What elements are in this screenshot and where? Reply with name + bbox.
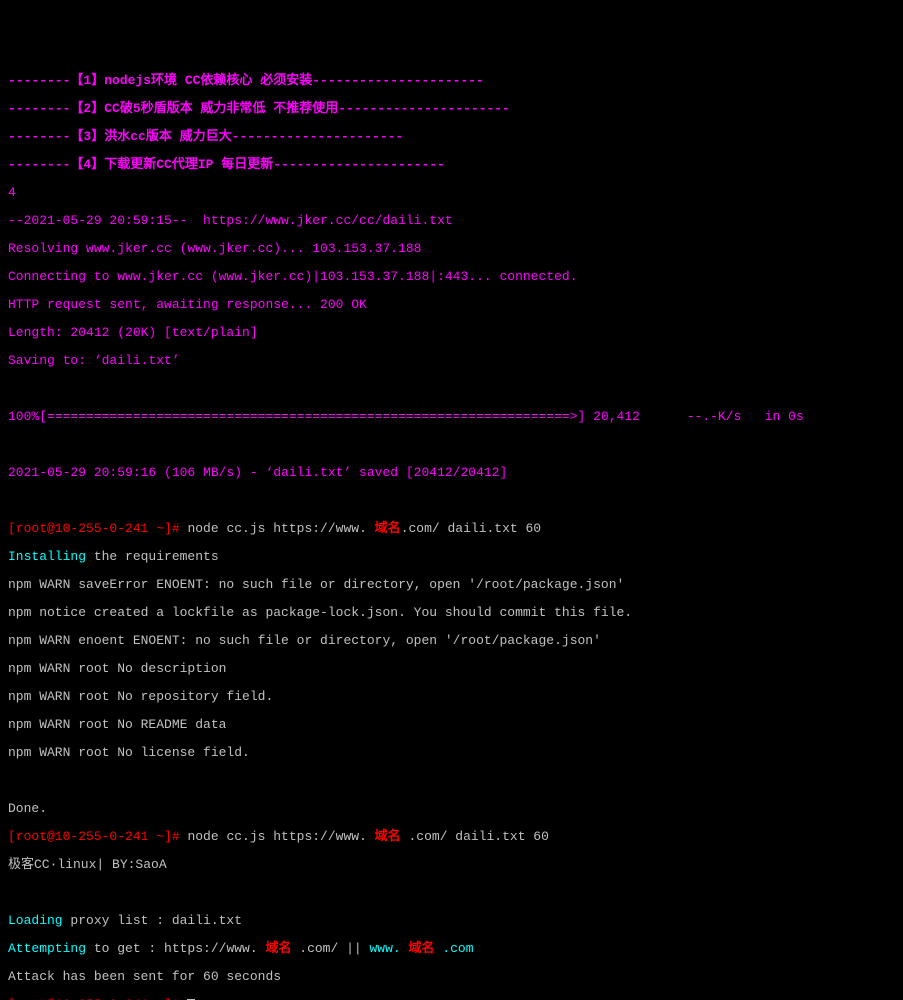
- menu-item-3: --------【3】洪水cc版本 威力巨大------------------…: [8, 129, 403, 144]
- target-url-c: www.: [369, 941, 408, 956]
- command-args-2: .com/ daili.txt 60: [401, 829, 549, 844]
- menu-item-2: --------【2】CC破5秒盾版本 威力非常低 不推荐使用---------…: [8, 101, 510, 116]
- progress-bar: [=======================================…: [39, 409, 585, 424]
- user-choice: 4: [8, 185, 16, 200]
- menu-item-1: --------【1】nodejs环境 CC依赖核心 必须安装---------…: [8, 73, 484, 88]
- npm-warn-6: npm WARN root No license field.: [8, 745, 250, 760]
- target-url-a: to get : https://www.: [86, 941, 265, 956]
- command-node: node cc.js https://www.: [187, 521, 374, 536]
- npm-warn-1: npm WARN saveError ENOENT: no such file …: [8, 577, 624, 592]
- command-args: .com/ daili.txt 60: [401, 521, 541, 536]
- attack-status: Attack has been sent for 60 seconds: [8, 969, 281, 984]
- progress-percent: 100%: [8, 409, 39, 424]
- terminal-output: --------【1】nodejs环境 CC依赖核心 必须安装---------…: [8, 60, 895, 1000]
- domain-placeholder-2: 域名: [375, 829, 401, 844]
- installing-label: Installing: [8, 549, 86, 564]
- npm-warn-4: npm WARN root No repository field.: [8, 689, 273, 704]
- wget-connecting: Connecting to www.jker.cc (www.jker.cc)|…: [8, 269, 578, 284]
- shell-prompt-3[interactable]: [root@10-255-0-241 ~]#: [8, 997, 187, 1000]
- domain-placeholder: 域名: [375, 521, 401, 536]
- command-node-2: node cc.js https://www.: [187, 829, 374, 844]
- progress-bytes: 20,412 --.-K/s in 0s: [585, 409, 842, 424]
- attempting-label: Attempting: [8, 941, 86, 956]
- domain-placeholder-4: 域名: [409, 941, 435, 956]
- done-label: Done.: [8, 801, 47, 816]
- shell-prompt: [root@10-255-0-241 ~]#: [8, 521, 187, 536]
- wget-length: Length: 20412 (20K) [text/plain]: [8, 325, 258, 340]
- wget-saved: 2021-05-29 20:59:16 (106 MB/s) - ‘daili.…: [8, 465, 507, 480]
- shell-prompt-2: [root@10-255-0-241 ~]#: [8, 829, 187, 844]
- target-url-d: .com: [435, 941, 474, 956]
- npm-warn-3: npm WARN root No description: [8, 661, 226, 676]
- npm-notice: npm notice created a lockfile as package…: [8, 605, 632, 620]
- target-url-b: .com/ ||: [291, 941, 369, 956]
- wget-timestamp: --2021-05-29 20:59:15-- https://www.jker…: [8, 213, 453, 228]
- npm-warn-5: npm WARN root No README data: [8, 717, 226, 732]
- wget-http-status: HTTP request sent, awaiting response... …: [8, 297, 367, 312]
- domain-placeholder-3: 域名: [265, 941, 291, 956]
- wget-saving: Saving to: ‘daili.txt’: [8, 353, 180, 368]
- menu-item-4: --------【4】下载更新CC代理IP 每日更新--------------…: [8, 157, 445, 172]
- loading-label: Loading: [8, 913, 63, 928]
- installing-text: the requirements: [86, 549, 219, 564]
- wget-resolving: Resolving www.jker.cc (www.jker.cc)... 1…: [8, 241, 421, 256]
- loading-text: proxy list : daili.txt: [63, 913, 242, 928]
- cursor-icon[interactable]: [187, 999, 195, 1000]
- npm-warn-2: npm WARN enoent ENOENT: no such file or …: [8, 633, 601, 648]
- tool-banner: 极客CC·linux| BY:SaoA: [8, 857, 167, 872]
